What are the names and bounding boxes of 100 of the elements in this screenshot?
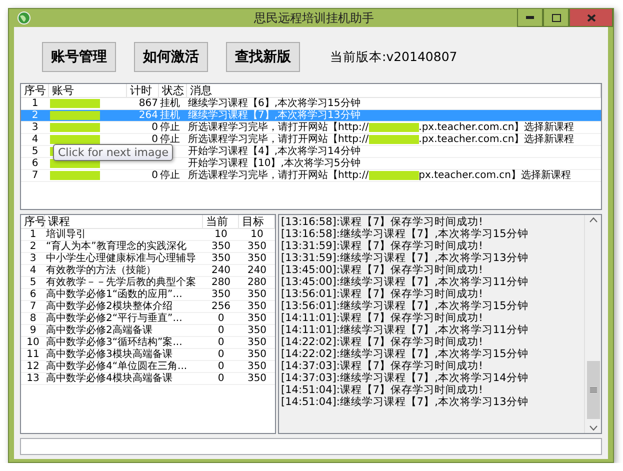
log-line: [13:56:01]:继续学习课程【7】,本次将学习15分钟 <box>281 300 530 312</box>
table-cell: 停止 <box>159 122 187 134</box>
table-cell: 10 <box>203 229 239 241</box>
table-cell: 350 <box>239 253 275 265</box>
log-line: [14:51:04]:课程【7】保存学习时间成功! <box>281 384 484 396</box>
input-field[interactable] <box>20 438 602 455</box>
log-line: [13:16:58]:继续学习课程【7】,本次将学习15分钟 <box>281 228 530 240</box>
maximize-button[interactable] <box>543 9 569 27</box>
log-line: [13:45:00]:课程【7】保存学习时间成功! <box>281 264 484 276</box>
table-cell: 5 <box>21 277 45 289</box>
table-cell: 高中数学必修4模块高端备课 <box>45 373 203 385</box>
column-header[interactable]: 序号 <box>21 84 49 98</box>
table-cell: 6 <box>21 158 49 170</box>
table-cell: 13 <box>21 373 45 385</box>
scroll-down-icon[interactable] <box>588 425 598 431</box>
maximize-icon <box>552 14 560 22</box>
table-cell: 350 <box>239 325 275 337</box>
table-cell: 高中数学必修4“单位圆在三角... <box>45 361 203 373</box>
table-cell: 11 <box>21 349 45 361</box>
table-cell: 7 <box>21 301 45 313</box>
table-cell: 10 <box>21 337 45 349</box>
scroll-up-icon[interactable] <box>588 217 598 223</box>
table-cell: 高中数学必修1“函数的应用”... <box>45 289 203 301</box>
scrollbar[interactable] <box>584 215 601 433</box>
column-header[interactable]: 当前 <box>203 215 239 229</box>
table-cell: 350 <box>203 241 239 253</box>
table-cell: 4 <box>21 265 45 277</box>
table-cell: 240 <box>203 265 239 277</box>
table-cell: 280 <box>239 277 275 289</box>
table-cell: 9 <box>21 325 45 337</box>
table-cell: 高中数学必修2模块整体介绍 <box>45 301 203 313</box>
column-header[interactable]: 消息 <box>187 84 601 98</box>
table-cell: 350 <box>239 313 275 325</box>
message-text: 所选课程学习完毕，请打开网站【http:// <box>188 122 369 134</box>
column-header[interactable]: 序号 <box>21 215 45 229</box>
column-header[interactable]: 账号 <box>49 84 127 98</box>
table-cell: 0 <box>127 170 159 182</box>
message-text: 继续学习课程【6】,本次将学习15分钟 <box>188 98 360 110</box>
log-line: [14:22:02]:课程【7】保存学习时间成功! <box>281 336 484 348</box>
table-cell: 350 <box>239 241 275 253</box>
toolbar-button[interactable]: 账号管理 <box>42 42 116 72</box>
column-header[interactable]: 目标 <box>239 215 275 229</box>
table-cell: 培训导引 <box>45 229 203 241</box>
table-cell: 256 <box>203 301 239 313</box>
log-line: [14:37:03]:继续学习课程【7】,本次将学习14分钟 <box>281 372 530 384</box>
table-cell: 350 <box>239 349 275 361</box>
table-cell: 6 <box>21 289 45 301</box>
close-button[interactable] <box>569 9 613 27</box>
log-line: [13:31:59]:课程【7】保存学习时间成功! <box>281 240 484 252</box>
message-text: 所选课程学习完毕，请打开网站【http:// <box>188 170 369 182</box>
column-header[interactable]: 计时 <box>127 84 159 98</box>
toolbar-button[interactable]: 查找新版 <box>226 42 300 72</box>
message-text: .px.teacher.com.cn】选择新课程 <box>418 134 574 146</box>
log-line: [14:51:04]:继续学习课程【7】,本次将学习13分钟 <box>281 396 530 408</box>
column-header[interactable]: 课程 <box>45 215 203 229</box>
table-cell: 2 <box>21 110 49 122</box>
table-cell: 350 <box>239 301 275 313</box>
table-cell: 0 <box>127 122 159 134</box>
log-line: [13:16:58]:课程【7】保存学习时间成功! <box>281 216 484 228</box>
table-cell: 高中数学必修3“循环结构”案... <box>45 337 203 349</box>
table-cell: 350 <box>203 289 239 301</box>
window-title: 思民远程培训挂机助手 <box>253 10 375 26</box>
column-header[interactable]: 状态 <box>159 84 187 98</box>
table-cell: 中小学生心理健康标准与心理辅导 <box>45 253 203 265</box>
redaction-mark <box>368 135 419 144</box>
table-cell: 挂机 <box>159 110 187 122</box>
redaction-mark <box>368 171 419 180</box>
message-text: 所选课程学习完毕，请打开网站【http:// <box>188 134 369 144</box>
table-cell: 350 <box>203 253 239 265</box>
table-cell: 3 <box>21 122 49 134</box>
redaction-mark <box>368 123 419 132</box>
log-line: [13:56:01]:课程【7】保存学习时间成功! <box>281 288 484 300</box>
log-line: [13:45:00]:继续学习课程【7】,本次将学习11分钟 <box>281 276 530 288</box>
close-icon <box>586 14 596 22</box>
log-line: [14:22:02]:继续学习课程【7】,本次将学习15分钟 <box>281 348 530 360</box>
table-cell: 240 <box>239 265 275 277</box>
table-cell: 0 <box>203 373 239 385</box>
table-cell: 高中数学必修2高端备课 <box>45 325 203 337</box>
table-cell: 0 <box>203 349 239 361</box>
message-text: px.teacher.com.cn】选择新课程 <box>418 170 572 182</box>
grip-icon <box>590 387 596 393</box>
log-line: [14:37:03]:课程【7】保存学习时间成功! <box>281 360 484 372</box>
tooltip: Click for next image <box>53 144 174 161</box>
table-cell: 280 <box>203 277 239 289</box>
table-cell: 有效教学－－先学后教的典型个案 <box>45 277 203 289</box>
table-cell: 10 <box>239 229 275 241</box>
message-text: .px.teacher.com.cn】选择新课程 <box>418 122 574 134</box>
table-cell: 2 <box>21 241 45 253</box>
table-cell: 停止 <box>159 170 187 182</box>
toolbar-button[interactable]: 如何激活 <box>134 42 208 72</box>
globe-icon <box>17 11 31 25</box>
table-cell: “育人为本”教育理念的实践深化 <box>45 241 203 253</box>
table-cell: 0 <box>203 313 239 325</box>
minimize-button[interactable] <box>517 9 543 27</box>
table-cell: 350 <box>239 361 275 373</box>
table-cell: 高中数学必修2“平行与垂直”... <box>45 313 203 325</box>
table-cell: 264 <box>127 110 159 122</box>
table-cell: 8 <box>21 313 45 325</box>
message-text: 开始学习课程【10】,本次将学习5分钟 <box>188 158 360 170</box>
minimize-icon <box>526 16 534 19</box>
